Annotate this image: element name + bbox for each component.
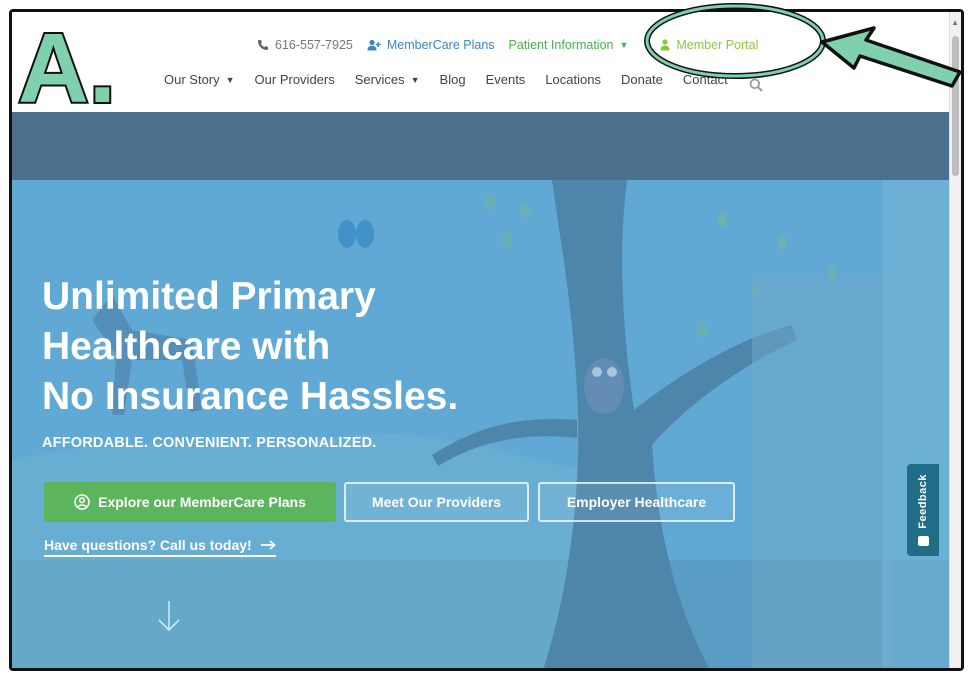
nav-item-events[interactable]: Events [486, 72, 526, 87]
hero-title-line: Healthcare with [42, 325, 331, 368]
feedback-tab[interactable]: Feedback [907, 464, 939, 556]
annotation-letter: A. [10, 10, 150, 125]
phone-link[interactable]: 616-557-7925 [257, 38, 353, 52]
hero-section: Unlimited Primary Healthcare with No Ins… [12, 112, 952, 668]
feedback-icon [917, 536, 929, 547]
membercare-plans-link[interactable]: MemberCare Plans [367, 38, 495, 52]
nav-item-label: Our Story [164, 72, 220, 87]
call-us-link[interactable]: Have questions? Call us today! [44, 537, 276, 557]
hero-title: Unlimited Primary Healthcare with No Ins… [42, 272, 562, 422]
call-us-label: Have questions? Call us today! [44, 537, 252, 553]
phone-icon [258, 40, 268, 50]
patient-information-menu[interactable]: Patient Information ▼ [509, 38, 629, 52]
arrow-down-icon[interactable] [157, 599, 181, 633]
hero-subtitle: AFFORDABLE. CONVENIENT. PERSONALIZED. [42, 435, 377, 451]
explore-button-label: Explore our MemberCare Plans [98, 494, 306, 510]
nav-item-label: Our Providers [254, 72, 335, 87]
patient-information-label: Patient Information [508, 38, 614, 52]
pointer-arrow [820, 26, 962, 88]
nav-item-label: Blog [439, 72, 466, 87]
nav-item-locations[interactable]: Locations [545, 72, 601, 87]
membercare-plans-label: MemberCare Plans [386, 38, 495, 52]
feedback-label: Feedback [917, 473, 929, 529]
nav-item-services[interactable]: Services ▼ [355, 72, 420, 87]
hero-top-band [12, 112, 952, 180]
meet-our-providers-button[interactable]: Meet Our Providers [344, 482, 529, 522]
arrow-right-icon [260, 540, 276, 550]
phone-number: 616-557-7925 [275, 38, 353, 52]
nav-item-our-providers[interactable]: Our Providers [255, 72, 335, 87]
user-plus-icon [367, 39, 381, 51]
chevron-down-icon: ▼ [225, 74, 235, 85]
browser-frame: 616-557-7925 MemberCare Plans Patient In… [9, 9, 964, 671]
nav-item-blog[interactable]: Blog [440, 72, 466, 87]
highlight-ellipse [644, 3, 826, 79]
hero-background-illustration [12, 180, 952, 668]
hero-title-line: No Insurance Hassles. [42, 375, 459, 418]
nav-item-label: Locations [545, 72, 601, 87]
chevron-down-icon: ▼ [410, 74, 420, 85]
search-icon[interactable] [749, 78, 763, 92]
employer-healthcare-button[interactable]: Employer Healthcare [538, 482, 735, 522]
user-circle-icon [74, 494, 90, 510]
nav-item-label: Events [485, 72, 526, 87]
hero-title-line: Unlimited Primary [42, 275, 376, 318]
annotation-letter-text: A. [18, 13, 116, 115]
nav-item-label: Services [354, 72, 405, 87]
chevron-down-icon: ▼ [619, 40, 629, 50]
explore-membercare-plans-button[interactable]: Explore our MemberCare Plans [44, 482, 336, 522]
nav-item-our-story[interactable]: Our Story ▼ [164, 72, 235, 87]
page-scrollbar[interactable]: ▲ [949, 12, 961, 668]
